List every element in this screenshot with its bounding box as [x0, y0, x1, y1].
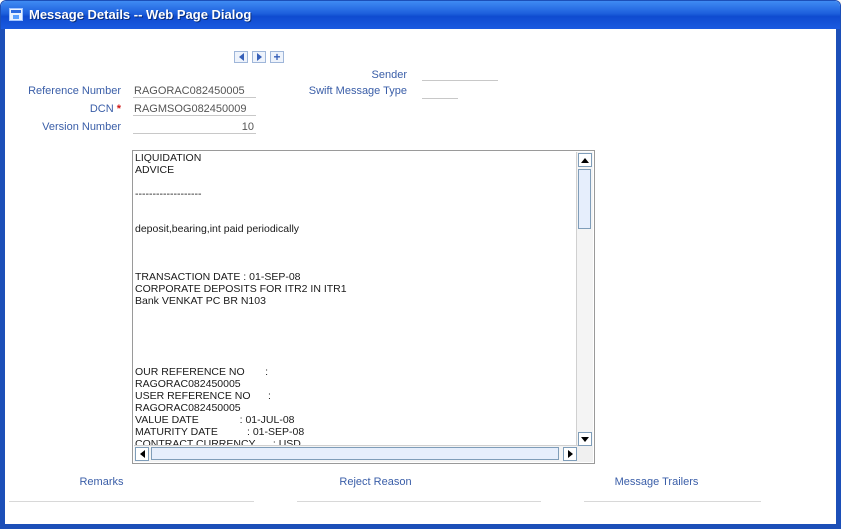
next-button[interactable] [252, 51, 266, 63]
reference-number-field[interactable]: RAGORAC082450005 [133, 84, 256, 98]
message-textarea[interactable]: LIQUIDATION ADVICE ------------------- d… [132, 150, 595, 464]
sender-field[interactable] [422, 67, 498, 81]
triangle-right-icon [256, 53, 262, 61]
horizontal-scrollbar[interactable] [134, 445, 578, 462]
dcn-field[interactable]: RAGMSOG082450009 [133, 102, 256, 116]
tab-remarks-underline [9, 501, 254, 502]
title-bar[interactable]: Message Details -- Web Page Dialog [1, 1, 840, 29]
scroll-left-icon [139, 450, 145, 458]
tab-reject-reason-underline [297, 501, 541, 502]
version-number-label: Version Number [42, 121, 121, 133]
sender-label: Sender [371, 69, 407, 81]
message-text: LIQUIDATION ADVICE ------------------- d… [135, 153, 347, 447]
scroll-down-button[interactable] [578, 432, 592, 446]
scroll-right-icon [567, 450, 573, 458]
vertical-scroll-thumb[interactable] [578, 169, 591, 229]
frame-left [1, 29, 5, 528]
dialog-window: Message Details -- Web Page Dialog + Ref… [0, 0, 841, 529]
scroll-right-button[interactable] [563, 447, 577, 461]
tab-message-trailers[interactable]: Message Trailers [534, 476, 779, 488]
scroll-up-icon [581, 157, 589, 163]
tab-reject-reason[interactable]: Reject Reason [253, 476, 498, 488]
swift-message-type-field[interactable] [422, 85, 458, 99]
previous-button[interactable] [234, 51, 248, 63]
dcn-label-text: DCN [89, 103, 114, 115]
frame-bottom [1, 524, 840, 528]
window-icon [9, 8, 23, 21]
version-number-field[interactable]: 10 [133, 120, 256, 134]
reference-number-label: Reference Number [28, 85, 121, 97]
frame-right [836, 29, 840, 528]
scroll-up-button[interactable] [578, 153, 592, 167]
tab-message-trailers-underline [584, 501, 761, 502]
plus-icon: + [273, 50, 281, 64]
dcn-label: DCN * [21, 103, 121, 115]
swift-message-type-label: Swift Message Type [308, 85, 407, 97]
required-marker: * [116, 103, 121, 115]
window-title: Message Details -- Web Page Dialog [29, 7, 252, 22]
triangle-left-icon [238, 53, 244, 61]
scrollbar-corner [577, 446, 593, 462]
vertical-scrollbar[interactable] [576, 152, 593, 447]
scroll-down-icon [581, 436, 589, 442]
horizontal-scroll-thumb[interactable] [151, 447, 559, 460]
record-navigation: + [234, 51, 284, 63]
add-button[interactable]: + [270, 51, 284, 63]
tab-remarks[interactable]: Remarks [1, 476, 224, 488]
scroll-left-button[interactable] [135, 447, 149, 461]
